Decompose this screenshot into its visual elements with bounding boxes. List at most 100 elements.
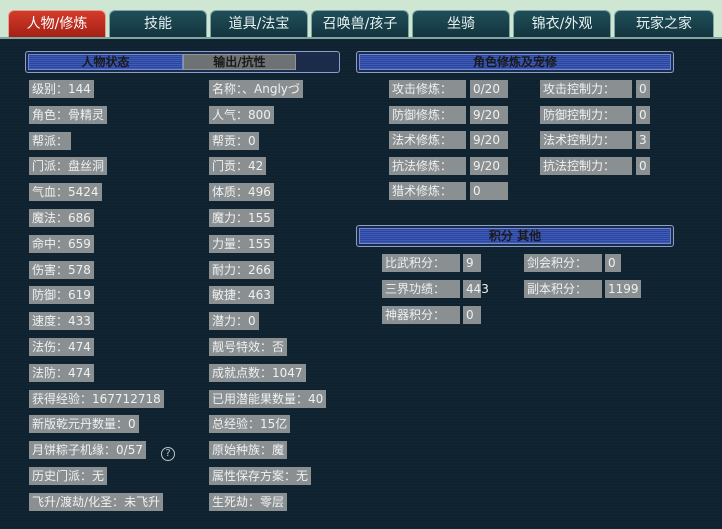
points-row-1-label: 三界功绩： (382, 280, 460, 298)
output-field-11-value: 1047 (272, 366, 303, 380)
tab-summons-children[interactable]: 召唤兽/孩子 (311, 10, 409, 38)
status-field-9-label: 速度： (32, 314, 69, 328)
output-field-4-label: 体质： (212, 185, 249, 199)
status-field-2-label: 帮派： (32, 134, 69, 148)
status-field-9-value: 433 (68, 314, 91, 328)
status-field-15: 历史门派：无 (29, 467, 108, 485)
status-field-7-value: 578 (68, 263, 91, 277)
status-field-3-value: 盘丝洞 (68, 159, 105, 173)
output-field-4-value: 496 (248, 185, 271, 199)
status-field-13-label: 新版乾元丹数量： (32, 417, 129, 431)
cultivation-row-4-value: 0 (470, 182, 508, 200)
output-field-9-label: 潜力： (212, 314, 249, 328)
control-row-1-label: 防御控制力： (540, 106, 632, 124)
tab-outfits-appearance[interactable]: 锦衣/外观 (513, 10, 611, 38)
points-row2-0-value: 0 (605, 254, 621, 272)
tab-player-home[interactable]: 玩家之家 (614, 10, 714, 38)
control-row-2-label: 法术控制力： (540, 131, 632, 149)
status-field-0: 级别：144 (29, 80, 94, 98)
status-field-1: 角色：骨精灵 (29, 106, 108, 124)
status-field-4-label: 气血： (32, 185, 69, 199)
cultivation-row-3-value: 9/20 (470, 157, 508, 175)
output-field-16: 生死劫：零层 (209, 493, 288, 511)
status-field-7-label: 伤害： (32, 263, 69, 277)
output-field-5-value: 155 (248, 211, 271, 225)
control-row-3-label: 抗法控制力： (540, 157, 632, 175)
status-field-6-label: 命中： (32, 237, 69, 251)
status-field-12: 获得经验：167712718 (29, 390, 164, 408)
output-field-8-value: 463 (248, 288, 271, 302)
status-field-11-label: 法防： (32, 366, 69, 380)
tab-skills[interactable]: 技能 (109, 10, 207, 38)
cultivation-row-2-value: 9/20 (470, 131, 508, 149)
tab-items-treasures[interactable]: 道具/法宝 (210, 10, 308, 38)
cultivation-row-2-label: 法术修炼： (389, 131, 466, 149)
output-field-16-value: 零层 (260, 495, 285, 509)
cultivation-row-1-value: 9/20 (470, 106, 508, 124)
status-field-13: 新版乾元丹数量：0 (29, 415, 139, 433)
output-field-9-value: 0 (248, 314, 256, 328)
output-field-15: 属性保存方案：无 (209, 467, 312, 485)
output-field-15-value: 无 (296, 469, 309, 483)
status-field-5: 魔法：686 (29, 209, 94, 227)
points-row-2-value: 0 (463, 306, 481, 324)
status-field-14-label: 月饼粽子机缘： (32, 443, 117, 457)
output-field-12-label: 已用潜能果数量： (212, 392, 309, 406)
status-field-3-label: 门派： (32, 159, 69, 173)
points-row-2-label: 神器积分： (382, 306, 460, 324)
output-field-2-value: 0 (248, 134, 256, 148)
points-row-1-value: 443 (463, 280, 489, 298)
output-field-12: 已用潜能果数量：40 (209, 390, 327, 408)
control-row-2-value: 3 (636, 131, 650, 149)
header-title-cultivation: 角色修炼及宠修 (472, 55, 557, 69)
control-row-0-label: 攻击控制力： (540, 80, 632, 98)
status-field-14: 月饼粽子机缘：0/57 (29, 441, 146, 459)
status-field-16: 飞升/渡劫/化圣：未飞升 (29, 493, 164, 511)
status-field-11: 法防：474 (29, 364, 94, 382)
question-circle-icon[interactable]: ? (161, 447, 175, 461)
output-field-7-label: 耐力： (212, 263, 249, 277)
output-field-10-value: 否 (272, 340, 285, 354)
status-field-11-value: 474 (68, 366, 91, 380)
tab-character-cultivation[interactable]: 人物/修炼 (8, 10, 106, 38)
section-header-points: 积分 其他 (356, 225, 674, 247)
output-field-3-label: 门贡： (212, 159, 249, 173)
points-row-0-label: 比武积分： (382, 254, 460, 272)
output-field-2-label: 帮贡： (212, 134, 249, 148)
cultivation-row-3-label: 抗法修炼： (389, 157, 466, 175)
output-field-6-label: 力量： (212, 237, 249, 251)
output-field-16-label: 生死劫： (212, 495, 261, 509)
output-field-6: 力量：155 (209, 235, 274, 253)
header-title-output: 输出/抗性 (213, 55, 266, 69)
output-field-13-value: 15亿 (260, 417, 288, 431)
output-field-1-label: 人气： (212, 108, 249, 122)
control-row-3-value: 0 (636, 157, 650, 175)
output-field-7: 耐力：266 (209, 261, 274, 279)
status-field-16-label: 飞升/渡劫/化圣： (32, 495, 125, 509)
output-field-5-label: 魔力： (212, 211, 249, 225)
points-row-0-value: 9 (463, 254, 481, 272)
output-field-3-value: 42 (248, 159, 264, 173)
output-field-0-label: 名称： (212, 82, 243, 96)
status-field-14-value: 0/57 (116, 443, 143, 457)
output-field-3: 门贡：42 (209, 157, 267, 175)
output-field-11-label: 成就点数： (212, 366, 273, 380)
output-field-10: 靓号特效：否 (209, 338, 288, 356)
header-title-points: 积分 其他 (488, 229, 542, 243)
status-field-15-label: 历史门派： (32, 469, 93, 483)
status-field-1-value: 骨精灵 (68, 108, 105, 122)
status-field-6: 命中：659 (29, 235, 94, 253)
status-field-8-value: 619 (68, 288, 91, 302)
status-field-9: 速度：433 (29, 312, 94, 330)
header-title-status: 人物状态 (81, 55, 130, 69)
status-field-10-value: 474 (68, 340, 91, 354)
output-field-9: 潜力：0 (209, 312, 259, 330)
output-field-7-value: 266 (248, 263, 271, 277)
output-field-14-label: 原始种族： (212, 443, 273, 457)
output-field-1-value: 800 (248, 108, 271, 122)
output-field-11: 成就点数：1047 (209, 364, 306, 382)
status-field-4: 气血：5424 (29, 183, 102, 201)
tab-mounts[interactable]: 坐骑 (412, 10, 510, 38)
tab-underline (0, 37, 722, 39)
status-field-4-value: 5424 (68, 185, 99, 199)
